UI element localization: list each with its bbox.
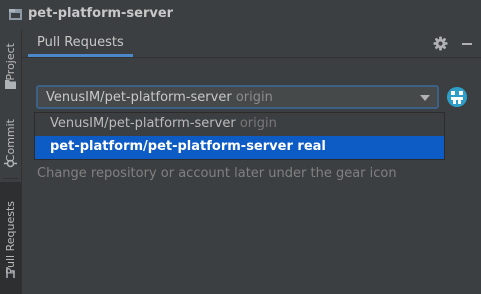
account-avatar[interactable] — [447, 87, 467, 107]
pull-requests-panel: VenusIM/pet-platform-server origin Venus… — [22, 58, 481, 294]
project-folder-icon — [9, 9, 22, 20]
repository-option-remote: origin — [239, 116, 277, 131]
repository-dropdown-list: VenusIM/pet-platform-server origin pet-p… — [34, 112, 445, 160]
commit-icon — [4, 159, 17, 168]
tool-strip: Project Commit Pull Requests — [0, 30, 22, 294]
repository-option-selected[interactable]: pet-platform/pet-platform-server real — [35, 136, 444, 159]
title-bar: pet-platform-server — [0, 0, 481, 30]
selected-remote: origin — [235, 90, 273, 105]
project-title: pet-platform-server — [28, 6, 174, 21]
repository-option-remote: real — [297, 139, 326, 154]
minimize-icon[interactable] — [462, 43, 472, 45]
tool-window-header: Pull Requests — [22, 30, 481, 58]
avatar-icon — [447, 87, 467, 107]
chevron-down-icon[interactable] — [420, 95, 430, 101]
tab-pull-requests-label: Pull Requests — [37, 35, 124, 50]
folder-icon — [5, 80, 16, 89]
tool-strip-separator — [3, 178, 18, 179]
repository-combo-box[interactable]: VenusIM/pet-platform-server origin — [36, 85, 439, 109]
tab-pull-requests[interactable]: Pull Requests — [28, 30, 133, 57]
selected-repository: VenusIM/pet-platform-server origin — [46, 90, 273, 105]
gear-hint-text: Change repository or account later under… — [37, 166, 397, 181]
tool-strip-pull-requests-label: Pull Requests — [4, 201, 17, 275]
repository-option[interactable]: VenusIM/pet-platform-server origin — [35, 113, 444, 136]
tool-strip-commit-label: Commit — [4, 119, 17, 163]
tab-active-underline — [28, 54, 133, 57]
pull-request-icon — [6, 267, 15, 278]
tool-strip-project-label: Project — [4, 43, 17, 81]
gear-icon[interactable] — [433, 36, 448, 51]
